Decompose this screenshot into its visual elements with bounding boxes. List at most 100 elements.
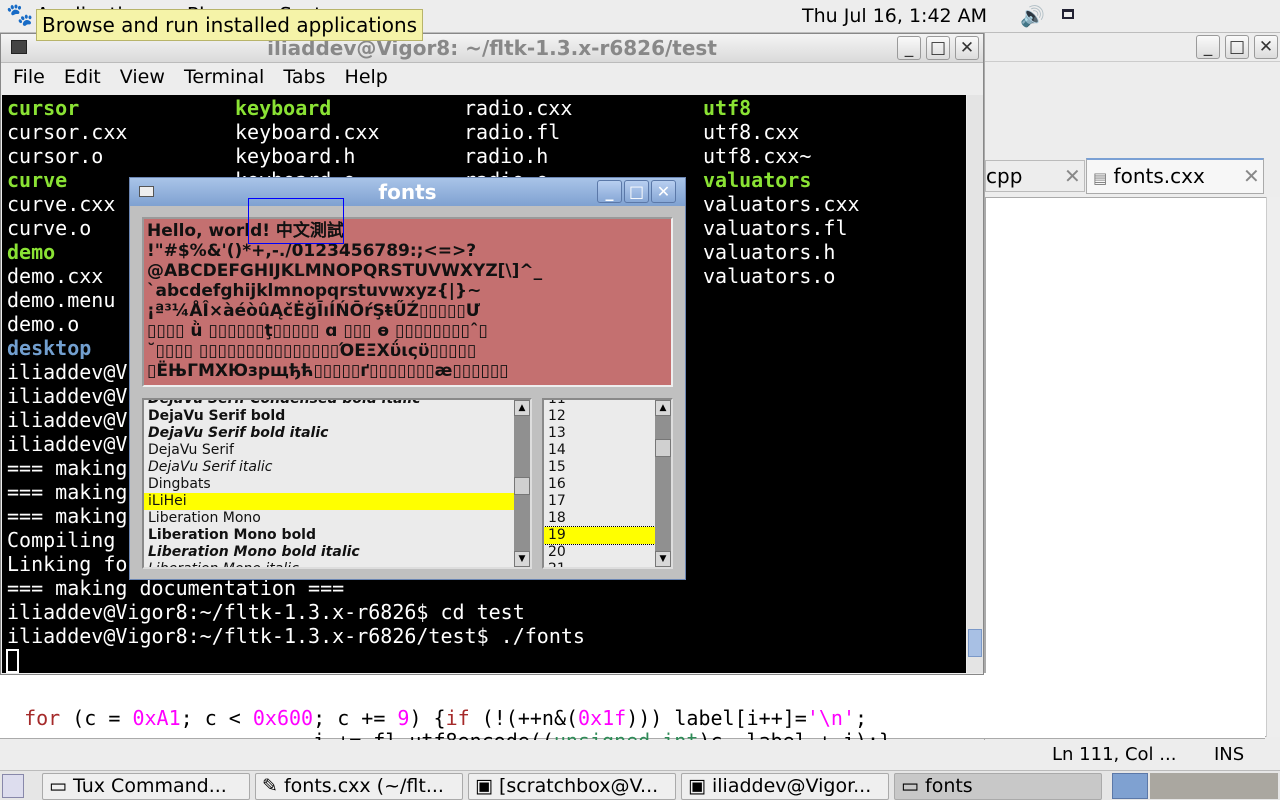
- size-list-item[interactable]: 15: [544, 459, 655, 476]
- menu-help[interactable]: Help: [345, 66, 388, 88]
- preview-line: ˘▯▯▯▯ ▯▯▯▯▯▯▯▯▯▯▯▯▯▯▯ΌΕΞΧΰιςϋ▯▯▯▯▯: [147, 341, 477, 361]
- menu-view[interactable]: View: [120, 66, 165, 88]
- menu-file[interactable]: File: [13, 66, 45, 88]
- taskbar-item[interactable]: ▭ fonts: [894, 773, 1102, 800]
- taskbar: ▭ Tux Command... ✎ fonts.cxx (~/flt... ▣ […: [0, 770, 1280, 800]
- editor-window: _ □ ✕ cpp ✕ ▤ fonts.cxx ✕: [984, 33, 1280, 770]
- terminal-line: iliaddev@Vigor8:~/fltk-1.3.x-r6826/test$…: [7, 624, 585, 648]
- file-entry: cursor.cxx: [7, 120, 128, 144]
- scroll-down-arrow[interactable]: ▼: [655, 551, 671, 567]
- size-list-item[interactable]: 18: [544, 510, 655, 527]
- size-list-scrollbar[interactable]: ▲ ▼: [655, 400, 671, 567]
- file-entry: curve.o: [7, 216, 92, 240]
- code-view[interactable]: for (c = 0xA1; c < 0x600; c += 9) {if (!…: [0, 673, 1265, 776]
- gnome-foot-icon[interactable]: 🐾: [6, 3, 33, 28]
- preview-line: ▯▯▯▯ ǜ ▯▯▯▯▯▯ţ▯▯▯▯▯ ɑ ▯▯▯ ɵ ▯▯▯▯▯▯▯▯ˆ▯: [147, 321, 488, 341]
- size-list-item[interactable]: 19: [544, 526, 656, 545]
- taskbar-item-label: iliaddev@Vigor...: [712, 775, 872, 797]
- font-list-item[interactable]: Liberation Mono italic: [144, 561, 514, 567]
- workspace-switcher[interactable]: [1150, 773, 1278, 799]
- font-list-item[interactable]: DejaVu Serif bold italic: [144, 425, 514, 442]
- font-list-item[interactable]: Liberation Mono bold italic: [144, 544, 514, 561]
- file-entry: valuators.cxx: [703, 192, 860, 216]
- size-list-item[interactable]: 13: [544, 425, 655, 442]
- editor-text-area[interactable]: [985, 197, 1267, 737]
- show-desktop-button[interactable]: [2, 774, 24, 798]
- size-list-item[interactable]: 12: [544, 408, 655, 425]
- size-list-item[interactable]: 17: [544, 493, 655, 510]
- file-entry: demo.menu: [7, 288, 116, 312]
- file-entry: radio.h: [464, 144, 549, 168]
- font-list-item[interactable]: DejaVu Serif italic: [144, 459, 514, 476]
- taskbar-item-label: fonts: [925, 775, 973, 797]
- code-token: (c =: [60, 706, 133, 730]
- terminal-line: iliaddev@Vi: [7, 432, 140, 456]
- editor-title-bar: _ □ ✕: [985, 33, 1280, 62]
- window-menu-icon[interactable]: [139, 186, 154, 197]
- close-button[interactable]: ✕: [1254, 35, 1278, 59]
- menu-terminal[interactable]: Terminal: [184, 66, 264, 88]
- taskbar-item[interactable]: ▣ [scratchbox@V...: [468, 773, 676, 800]
- size-list-item[interactable]: 16: [544, 476, 655, 493]
- scroll-up-arrow[interactable]: ▲: [655, 400, 671, 416]
- scroll-thumb[interactable]: [514, 477, 530, 495]
- fonts-title-bar[interactable]: fonts _ □ ✕: [130, 178, 685, 206]
- text-editor-icon: ✎: [262, 775, 284, 797]
- maximize-button[interactable]: □: [624, 180, 649, 203]
- editor-scrollbar[interactable]: [1266, 197, 1280, 737]
- font-list-item[interactable]: DejaVu Serif Condensed bold italic: [144, 400, 514, 408]
- menu-tabs[interactable]: Tabs: [283, 66, 325, 88]
- volume-icon[interactable]: 🔊: [1020, 4, 1045, 28]
- window-icon: ▭: [49, 775, 73, 797]
- terminal-scrollbar[interactable]: [967, 95, 983, 673]
- maximize-button[interactable]: □: [1225, 35, 1249, 59]
- code-token: 0x1f: [578, 706, 627, 730]
- font-list-scrollbar[interactable]: ▲ ▼: [514, 400, 530, 567]
- font-list[interactable]: DejaVu Serif Condensed bold italic DejaVu…: [142, 398, 532, 569]
- file-entry: keyboard.h: [235, 144, 356, 168]
- font-list-item[interactable]: Dingbats: [144, 476, 514, 493]
- show-desktop-icon[interactable]: [1062, 9, 1074, 19]
- tab-fonts-cxx[interactable]: ▤ fonts.cxx ✕: [1086, 158, 1264, 194]
- fonts-window: fonts _ □ ✕ Hello, world! 中文測試 !"#$%&'()*…: [129, 177, 686, 580]
- size-list-item[interactable]: 14: [544, 442, 655, 459]
- font-list-item[interactable]: iLiHei: [144, 493, 514, 510]
- close-tab-icon[interactable]: ✕: [1243, 160, 1260, 192]
- size-list[interactable]: 11 12 13 14 15 16 17 18 19 20 21 ▲ ▼: [542, 398, 673, 569]
- file-entry: curve: [7, 168, 68, 192]
- tab-cpp[interactable]: cpp ✕: [985, 160, 1085, 192]
- file-entry: utf8.cxx~: [703, 144, 812, 168]
- terminal-line: === making: [7, 504, 128, 528]
- minimize-button[interactable]: _: [897, 36, 921, 60]
- font-list-item[interactable]: DejaVu Serif bold: [144, 408, 514, 425]
- close-button[interactable]: ✕: [955, 36, 979, 60]
- font-list-item[interactable]: Liberation Mono: [144, 510, 514, 527]
- minimize-button[interactable]: _: [1196, 35, 1220, 59]
- scroll-down-arrow[interactable]: ▼: [514, 551, 530, 567]
- taskbar-item[interactable]: ✎ fonts.cxx (~/flt...: [255, 773, 463, 800]
- scroll-up-arrow[interactable]: ▲: [514, 400, 530, 416]
- close-tab-icon[interactable]: ✕: [1064, 161, 1081, 191]
- size-list-item[interactable]: 20: [544, 544, 655, 561]
- file-entry: cursor: [7, 96, 80, 120]
- taskbar-item[interactable]: ▭ Tux Command...: [42, 773, 250, 800]
- size-list-item[interactable]: 21: [544, 561, 655, 567]
- size-list-item[interactable]: 11: [544, 400, 655, 408]
- code-token: ; c +=: [313, 706, 398, 730]
- minimize-button[interactable]: _: [597, 180, 622, 203]
- file-entry: demo: [7, 240, 56, 264]
- font-list-item[interactable]: DejaVu Serif: [144, 442, 514, 459]
- maximize-button[interactable]: □: [926, 36, 950, 60]
- close-button[interactable]: ✕: [651, 180, 676, 203]
- taskbar-item-label: Tux Command...: [73, 775, 227, 797]
- menu-edit[interactable]: Edit: [64, 66, 101, 88]
- menu-bar: File Edit View Terminal Tabs Help: [13, 66, 402, 88]
- font-list-item[interactable]: Liberation Mono bold: [144, 527, 514, 544]
- scroll-thumb[interactable]: [655, 439, 671, 457]
- taskbar-item[interactable]: ▣ iliaddev@Vigor...: [681, 773, 889, 800]
- file-entry: curve.cxx: [7, 192, 116, 216]
- scroll-thumb[interactable]: [968, 629, 982, 657]
- taskbar-item-label: [scratchbox@V...: [499, 775, 659, 797]
- workspace-1[interactable]: [1112, 773, 1148, 799]
- clock[interactable]: Thu Jul 16, 1:42 AM: [802, 5, 987, 27]
